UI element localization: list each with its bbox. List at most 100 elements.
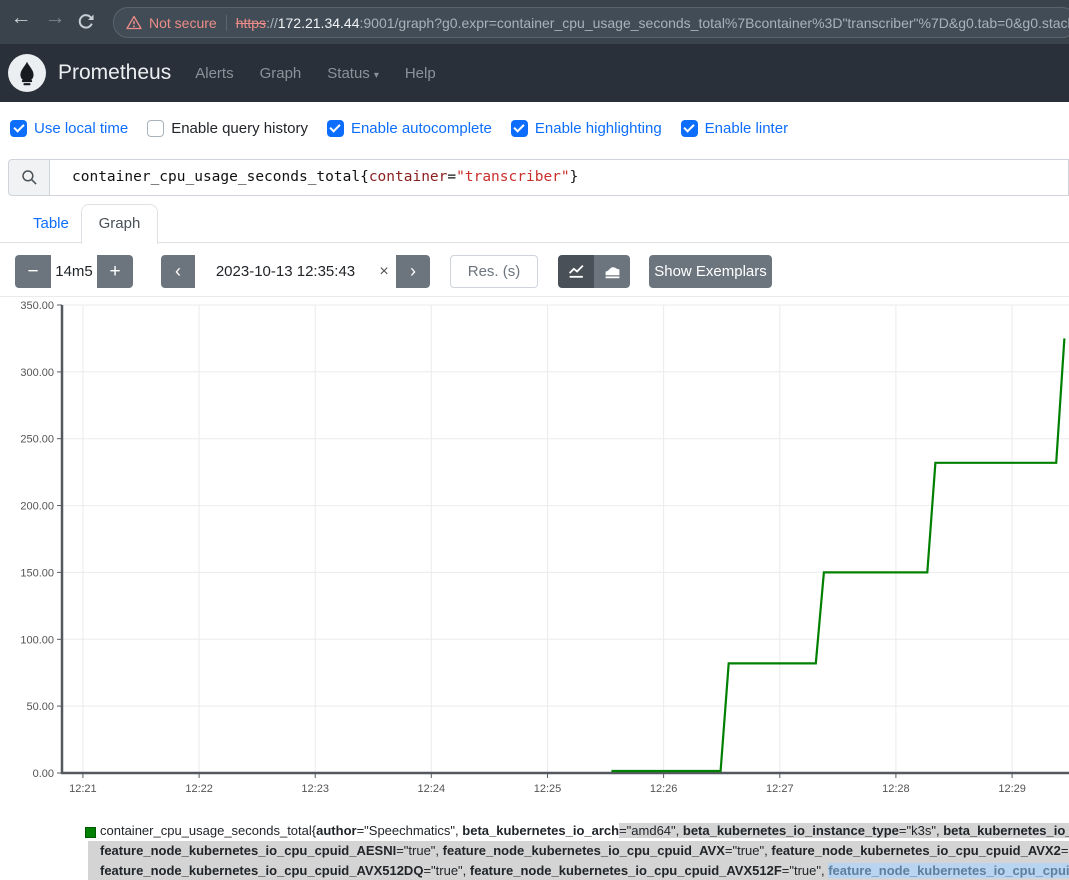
- legend-label-value: ="true",: [1061, 843, 1069, 858]
- query-label-name: container: [369, 169, 448, 185]
- legend-label-name: beta_kubernetes_io_instance_type: [683, 823, 899, 838]
- legend-label-value: ="true",: [423, 863, 469, 878]
- svg-text:150.00: 150.00: [20, 567, 54, 579]
- svg-text:12:23: 12:23: [301, 783, 329, 795]
- legend-label-value: ="true",: [725, 843, 771, 858]
- legend-label-name: feature_node_kubernetes_io_cpu_cpuid_AES…: [100, 843, 396, 858]
- back-icon[interactable]: ←: [8, 6, 34, 30]
- option-enable-linter[interactable]: Enable linter: [681, 120, 788, 137]
- warning-icon: [126, 15, 142, 30]
- option-label: Use local time: [34, 120, 128, 137]
- legend-label-name: feature_node_kubernetes_io_cpu_cpuid_AVX: [443, 843, 725, 858]
- reload-icon[interactable]: [76, 12, 96, 32]
- clear-time-icon[interactable]: ×: [374, 255, 394, 288]
- checkbox-checked-icon[interactable]: [10, 120, 27, 137]
- query-brace-close: }: [570, 169, 579, 185]
- line-chart-toggle[interactable]: [558, 255, 594, 288]
- checkbox-checked-icon[interactable]: [681, 120, 698, 137]
- legend-label-value: ="true",: [782, 863, 828, 878]
- brand-title[interactable]: Prometheus: [58, 61, 171, 85]
- legend-label-value: ="k3s",: [899, 823, 943, 838]
- legend-lines: container_cpu_usage_seconds_total{author…: [88, 821, 1069, 880]
- search-icon: [8, 159, 50, 196]
- checkbox-unchecked-icon[interactable]: [147, 120, 164, 137]
- svg-text:12:24: 12:24: [418, 783, 446, 795]
- svg-text:100.00: 100.00: [20, 634, 54, 646]
- svg-text:12:27: 12:27: [766, 783, 794, 795]
- svg-text:350.00: 350.00: [20, 300, 54, 312]
- svg-text:12:28: 12:28: [882, 783, 910, 795]
- duration-increase-button[interactable]: +: [97, 255, 133, 288]
- option-use-local-time[interactable]: Use local time: [10, 120, 128, 137]
- nav-link-status[interactable]: Status▾: [327, 65, 379, 82]
- stacked-chart-toggle[interactable]: [594, 255, 630, 288]
- svg-text:300.00: 300.00: [20, 367, 54, 379]
- tab-graph[interactable]: Graph: [81, 204, 158, 244]
- prometheus-logo-icon[interactable]: [8, 54, 46, 92]
- legend-label-name: beta_kubernetes_io_arch: [462, 823, 619, 838]
- option-label: Enable query history: [171, 120, 308, 137]
- time-series-chart[interactable]: 12:21 12:22 12:23 12:24 12:25 12:26 12:27 12:28…: [0, 296, 1069, 801]
- duration-decrease-button[interactable]: −: [15, 255, 51, 288]
- nav-link-alerts[interactable]: Alerts: [195, 65, 233, 82]
- end-time-input[interactable]: 2023-10-13 12:35:43 ×: [195, 255, 396, 288]
- duration-input[interactable]: 14m5: [51, 255, 97, 288]
- resolution-input[interactable]: Res. (s): [450, 255, 538, 288]
- tab-table[interactable]: Table: [17, 204, 85, 243]
- svg-text:12:22: 12:22: [185, 783, 213, 795]
- show-exemplars-button[interactable]: Show Exemplars: [649, 255, 772, 288]
- svg-text:12:26: 12:26: [650, 783, 678, 795]
- legend-label-value: ="amd64",: [619, 823, 683, 838]
- checkbox-checked-icon[interactable]: [327, 120, 344, 137]
- query-options-row: Use local time Enable query history Enable…: [10, 112, 788, 144]
- svg-text:12:29: 12:29: [998, 783, 1026, 795]
- nav-link-graph[interactable]: Graph: [260, 65, 302, 82]
- query-metric: container_cpu_usage_seconds_total: [72, 169, 360, 185]
- series-swatch-icon: [85, 827, 96, 838]
- query-expression-input[interactable]: container_cpu_usage_seconds_total{contai…: [50, 159, 1069, 196]
- query-equals: =: [447, 169, 456, 185]
- legend-label-name: feature_node_kubernetes_io_cpu_cpuid_AVX…: [100, 863, 423, 878]
- time-back-button[interactable]: ‹: [161, 255, 195, 288]
- svg-text:0.00: 0.00: [33, 768, 54, 780]
- url-separator: ://: [266, 15, 278, 31]
- legend-label-value: ="true",: [396, 843, 442, 858]
- prometheus-graph-page: ← → Not secure https://172.21.34.44:9001…: [0, 0, 1069, 880]
- checkbox-checked-icon[interactable]: [511, 120, 528, 137]
- option-label: Enable linter: [705, 120, 788, 137]
- legend-label-value: ="Speechmatics",: [357, 823, 463, 838]
- option-label: Enable autocomplete: [351, 120, 492, 137]
- query-bar: container_cpu_usage_seconds_total{contai…: [8, 159, 1069, 196]
- legend-line-3[interactable]: feature_node_kubernetes_io_cpu_cpuid_AVX…: [88, 861, 1069, 880]
- option-enable-autocomplete[interactable]: Enable autocomplete: [327, 120, 492, 137]
- svg-text:50.00: 50.00: [26, 701, 54, 713]
- legend-label-value: container_cpu_usage_seconds_total{: [100, 823, 316, 838]
- browser-toolbar: ← → Not secure https://172.21.34.44:9001…: [0, 0, 1069, 45]
- svg-text:12:25: 12:25: [534, 783, 562, 795]
- legend-line-2[interactable]: feature_node_kubernetes_io_cpu_cpuid_AES…: [88, 841, 1069, 861]
- legend-label-name: feature_node_kubernetes_io_cpu_cpuid_AVX…: [771, 843, 1060, 858]
- option-label: Enable highlighting: [535, 120, 662, 137]
- not-secure-label: Not secure: [149, 15, 217, 31]
- option-enable-query-history[interactable]: Enable query history: [147, 120, 308, 137]
- legend-label-name: author: [316, 823, 356, 838]
- legend-line-1[interactable]: container_cpu_usage_seconds_total{author…: [88, 821, 1069, 841]
- legend-label-name: feature_node_kubernetes_io_cpu_cpuid_AVX…: [470, 863, 782, 878]
- nav-links: Alerts Graph Status▾ Help: [195, 65, 461, 82]
- chart-legend: container_cpu_usage_seconds_total{author…: [0, 821, 1069, 880]
- nav-link-help[interactable]: Help: [405, 65, 436, 82]
- forward-icon[interactable]: →: [42, 6, 68, 30]
- chevron-down-icon: ▾: [374, 70, 379, 81]
- graph-controls: − 14m5 + ‹ 2023-10-13 12:35:43 × › Res. …: [0, 255, 1069, 288]
- url-scheme: https: [236, 15, 266, 31]
- legend-label-name: beta_kubernetes_io_os: [943, 823, 1069, 838]
- time-forward-button[interactable]: ›: [396, 255, 430, 288]
- svg-text:250.00: 250.00: [20, 434, 54, 446]
- url-host: 172.21.34.44: [278, 15, 360, 31]
- svg-text:200.00: 200.00: [20, 501, 54, 513]
- address-bar[interactable]: Not secure https://172.21.34.44:9001/gra…: [113, 7, 1069, 38]
- address-divider: [226, 15, 227, 31]
- option-enable-highlighting[interactable]: Enable highlighting: [511, 120, 662, 137]
- prometheus-navbar: Prometheus Alerts Graph Status▾ Help: [0, 44, 1069, 102]
- svg-text:12:21: 12:21: [69, 783, 97, 795]
